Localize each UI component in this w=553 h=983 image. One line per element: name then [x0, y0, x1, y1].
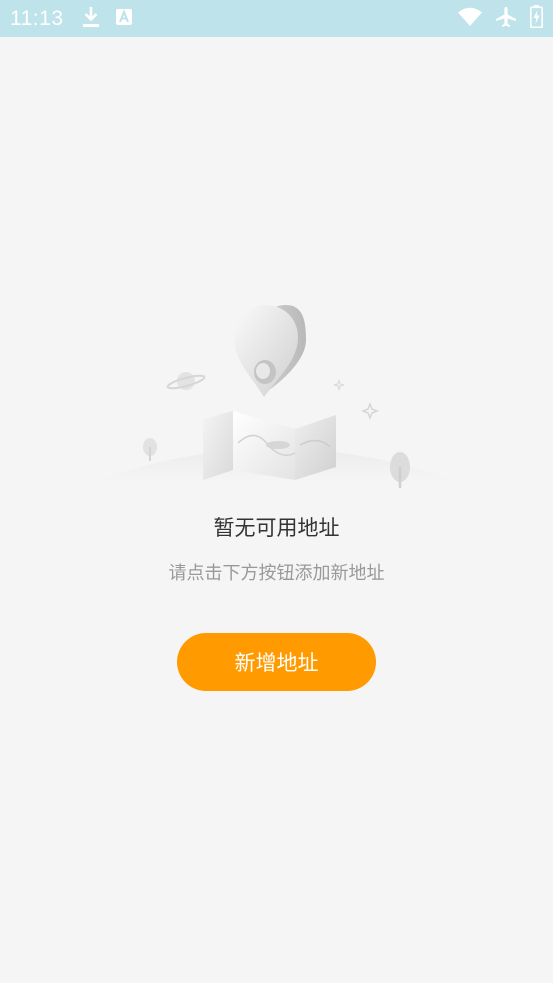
empty-state-hint: 请点击下方按钮添加新地址: [168, 563, 385, 584]
address-list-page: 暂无可用地址 请点击下方按钮添加新地址 新增地址: [0, 37, 553, 983]
empty-state-title: 暂无可用地址: [213, 516, 340, 540]
add-address-button[interactable]: 新增地址: [177, 633, 376, 691]
status-time: 11:13: [10, 6, 64, 30]
download-icon: [82, 6, 100, 32]
wifi-icon: [458, 7, 482, 30]
airplane-icon: [495, 6, 517, 32]
status-bar: 11:13: [0, 0, 553, 37]
a-badge-icon: [115, 8, 132, 29]
battery-charging-icon: [530, 5, 543, 32]
map-location-pin-illustration: [90, 295, 462, 495]
